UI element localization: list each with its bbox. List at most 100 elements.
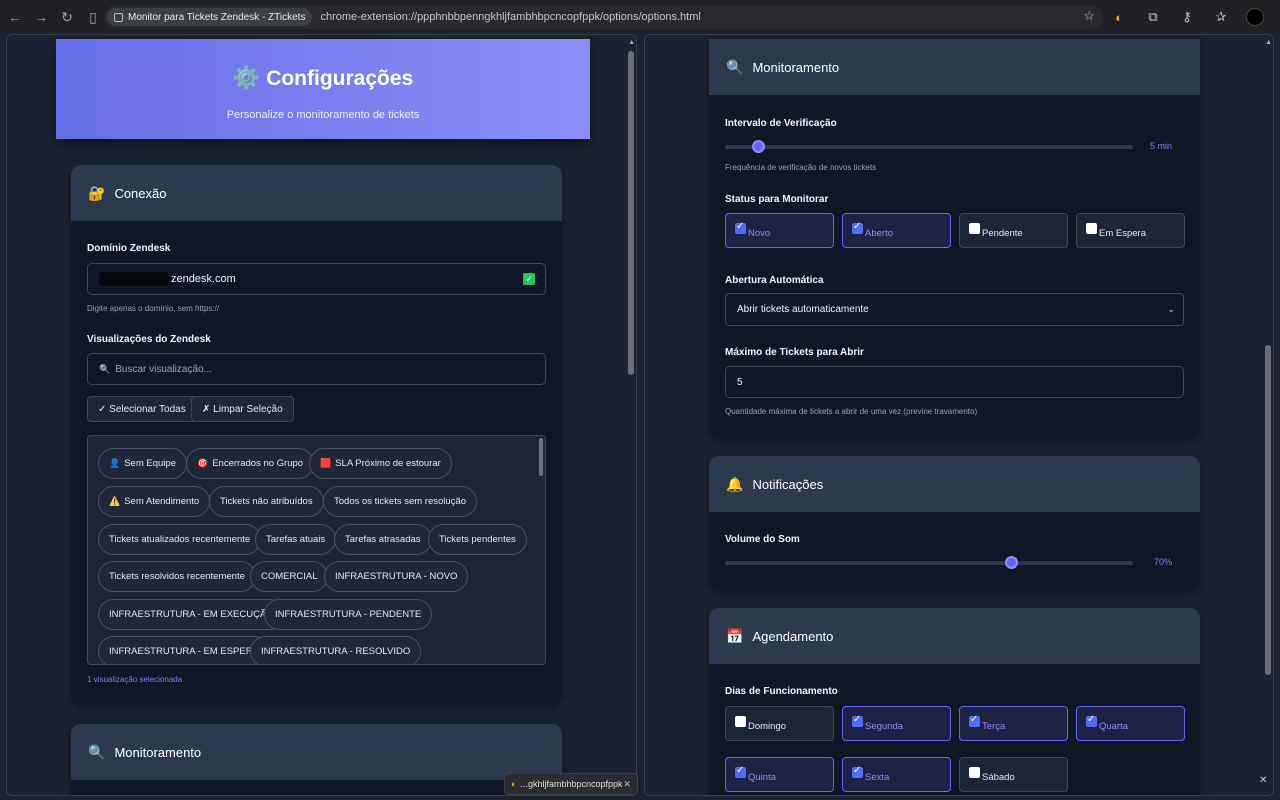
auto-open-select[interactable]: Abrir tickets automaticamente ⌄	[725, 293, 1184, 326]
view-pill[interactable]: 🟥 SLA Próximo de estourar	[309, 448, 452, 479]
view-pill[interactable]: 🎯 Encerrados no Grupo	[186, 448, 315, 479]
close-icon[interactable]: ✕	[623, 779, 631, 790]
status-label: Status para Monitorar	[725, 194, 829, 205]
views-scrollbar[interactable]	[539, 438, 543, 476]
forward-icon[interactable]: →	[30, 6, 52, 28]
day-label: Sexta	[865, 772, 890, 783]
check-icon: ✓	[523, 273, 535, 285]
volume-slider-thumb[interactable]	[1004, 556, 1018, 569]
search-icon: 🔍	[99, 363, 111, 374]
view-pill[interactable]: Tarefas atuais	[255, 524, 337, 555]
view-pill[interactable]: INFRAESTRUTURA - PENDENTE	[264, 599, 433, 630]
days-label: Dias de Funcionamento	[725, 686, 838, 697]
checkbox-box[interactable]	[969, 223, 980, 234]
view-pill[interactable]: Tarefas atrasadas	[334, 524, 432, 555]
interval-slider-track[interactable]	[725, 145, 1133, 149]
extension-icon: ◐	[511, 779, 517, 789]
auto-open-value: Abrir tickets automaticamente	[737, 304, 869, 315]
agendamento-card: 📅 Agendamento Dias de Funcionamento Domin…	[709, 608, 1200, 795]
extensions-puzzle-icon[interactable]: ⧉	[1142, 6, 1164, 28]
status-checkbox[interactable]: Novo	[725, 213, 834, 248]
checkbox-box[interactable]	[852, 714, 863, 727]
view-pill[interactable]: Tickets resolvidos recentemente	[98, 561, 256, 592]
views-label: Visualizações do Zendesk	[87, 334, 211, 345]
view-pill[interactable]: Tickets pendentes	[428, 524, 527, 555]
bookmark-star-icon[interactable]: ☆	[1083, 8, 1095, 24]
view-pill[interactable]: INFRAESTRUTURA - EM ESPERA	[98, 636, 270, 664]
monitoramento-header: 🔍 Monitoramento	[709, 39, 1200, 95]
view-pill[interactable]: Tickets não atribuídos	[209, 486, 324, 517]
address-bar[interactable]: Monitor para Tickets Zendesk - ZTickets …	[104, 5, 1103, 29]
url-text[interactable]: chrome-extension://ppphnbbpenngkhljfambh…	[320, 11, 700, 23]
person-icon: 👤	[109, 458, 121, 468]
domain-input[interactable]: zendesk.com ✓	[87, 263, 546, 295]
max-tickets-label: Máximo de Tickets para Abrir	[725, 347, 864, 358]
scroll-up-icon[interactable]: ▲	[628, 39, 635, 46]
day-checkbox[interactable]: Sexta	[842, 757, 951, 792]
close-panel-icon[interactable]: ✕	[1259, 775, 1267, 786]
view-pill[interactable]: INFRAESTRUTURA - RESOLVIDO	[250, 636, 422, 664]
extension-page-icon	[114, 12, 123, 22]
extension-ztickets-icon[interactable]: ◐	[1108, 6, 1130, 28]
bookmarks-icon[interactable]: ✰	[1210, 6, 1232, 28]
scrollbar-thumb[interactable]	[628, 51, 634, 375]
status-label: Pendente	[982, 228, 1023, 239]
magnifier-icon: 🔍	[88, 743, 106, 760]
domain-value: zendesk.com	[171, 273, 236, 285]
reload-icon[interactable]: ↻	[56, 6, 78, 28]
status-checkbox[interactable]: Pendente	[959, 213, 1068, 248]
checkbox-box[interactable]	[1086, 714, 1097, 727]
day-checkbox[interactable]: Terça	[959, 706, 1068, 741]
max-tickets-hint: Quantidade máxima de tickets a abrir de …	[725, 407, 978, 416]
interval-label: Intervalo de Verificação	[725, 118, 837, 129]
gear-icon: ⚙️	[232, 65, 261, 90]
select-all-button[interactable]: ✓ Selecionar Todas	[87, 396, 197, 422]
view-pill[interactable]: INFRAESTRUTURA - NOVO	[324, 561, 469, 592]
interval-slider-thumb[interactable]	[751, 140, 765, 153]
day-checkbox[interactable]: Quarta	[1076, 706, 1185, 741]
lock-icon: 🔐	[88, 184, 106, 201]
view-pill[interactable]: COMERCIAL	[250, 561, 329, 592]
conexao-card: 🔐 Conexão Domínio Zendesk zendesk.com ✓ D…	[71, 165, 562, 705]
view-pill[interactable]: INFRAESTRUTURA - EM EXECUÇÃO	[98, 599, 285, 630]
view-pill[interactable]: ⚠️ Sem Atendimento	[98, 486, 211, 517]
bell-icon: 🔔	[726, 475, 744, 492]
status-label: Novo	[748, 228, 771, 239]
volume-label: Volume do Som	[725, 534, 800, 545]
status-checkbox[interactable]: Em Espera	[1076, 213, 1185, 248]
checkbox-box[interactable]	[852, 221, 863, 234]
password-key-icon[interactable]: ⚷	[1176, 6, 1198, 28]
back-icon[interactable]: ←	[4, 6, 26, 28]
day-checkbox[interactable]: Sábado	[959, 757, 1068, 792]
checkbox-box[interactable]	[1086, 223, 1097, 234]
day-checkbox[interactable]: Quinta	[725, 757, 834, 792]
profile-avatar[interactable]	[1244, 6, 1266, 28]
checkbox-box[interactable]	[969, 767, 980, 778]
status-checkbox[interactable]: Aberto	[842, 213, 951, 248]
view-pill[interactable]: Todos os tickets sem resolução	[323, 486, 478, 517]
scrollbar-thumb[interactable]	[1265, 345, 1271, 675]
conexao-header: 🔐 Conexão	[71, 165, 562, 221]
status-label: Em Espera	[1099, 228, 1146, 239]
day-label: Quinta	[748, 772, 776, 783]
checkbox-box[interactable]	[735, 221, 746, 234]
day-label: Domingo	[748, 721, 787, 732]
day-checkbox[interactable]: Domingo	[725, 706, 834, 741]
checkbox-box[interactable]	[852, 765, 863, 778]
checkbox-box[interactable]	[969, 714, 980, 727]
max-tickets-input[interactable]: 5	[725, 366, 1184, 398]
scroll-up-icon[interactable]: ▲	[1265, 39, 1272, 46]
clear-selection-button[interactable]: ✗ Limpar Seleção	[191, 396, 294, 422]
interval-value: 5 min	[1149, 141, 1172, 151]
search-input[interactable]: 🔍 Buscar visualização...	[87, 353, 546, 385]
magnifier-icon: 🔍	[726, 58, 744, 75]
checkbox-box[interactable]	[735, 716, 746, 727]
view-pill[interactable]: Tickets atualizados recentemente	[98, 524, 262, 555]
site-chip[interactable]: Monitor para Tickets Zendesk - ZTickets	[107, 8, 313, 26]
volume-slider-track[interactable]	[725, 561, 1133, 565]
checkbox-box[interactable]	[735, 765, 746, 778]
view-pill[interactable]: 👤 Sem Equipe	[98, 448, 187, 479]
download-tab[interactable]: ◐ ...gkhljfambhbpcncopfppk ✕	[504, 773, 638, 795]
sidebar-icon[interactable]: ▯	[82, 6, 104, 28]
day-checkbox[interactable]: Segunda	[842, 706, 951, 741]
